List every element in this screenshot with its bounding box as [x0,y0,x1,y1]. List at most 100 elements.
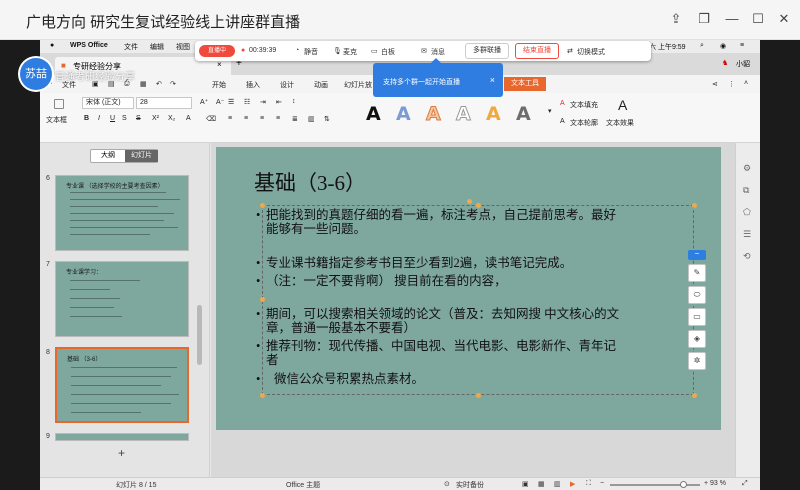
column-icon[interactable]: ▥ [308,115,315,123]
switch-mode-icon[interactable]: ⇄ [567,47,573,55]
maximize-icon[interactable]: ☐ [750,11,766,27]
text-effect-icon[interactable]: A [618,97,627,113]
tab-animation[interactable]: 动画 [314,80,328,90]
menu-edit[interactable]: 编辑 [150,42,164,52]
superscript-icon[interactable]: X² [152,115,159,122]
shadow-icon[interactable]: S [122,115,127,122]
panel-scrollbar[interactable] [197,305,202,365]
align-right-icon[interactable]: ≡ [260,115,264,122]
user-name[interactable]: 小貂 [736,59,750,69]
art-style-orange-outline[interactable]: A [426,103,442,126]
whiteboard-icon[interactable]: ▭ [371,47,378,55]
fullscreen-icon[interactable]: ⤢ [742,480,748,488]
tab-outline[interactable]: 大纲 [91,150,125,162]
text-outline-icon[interactable]: A [560,118,565,125]
bullet-text[interactable]: 推荐刊物：现代传播、中国电视、当代电影、电影新作、青年记 [266,339,616,353]
resize-handle[interactable] [692,393,697,398]
layers-icon[interactable]: ◈ [688,330,706,348]
line-spacing-icon[interactable]: ↕ [292,98,296,105]
textbox-button[interactable]: 文本框 [46,115,67,125]
menu-app[interactable]: WPS Office [70,42,108,49]
user-avatar-icon[interactable]: ♞ [722,59,728,67]
resize-handle[interactable] [260,393,265,398]
tab-design[interactable]: 设计 [280,80,294,90]
align-center-icon[interactable]: ≡ [244,115,248,122]
art-style-blue[interactable]: A [396,103,411,125]
text-outline-button[interactable]: 文本轮廓 [570,118,598,128]
share-ribbon-icon[interactable]: ⋖ [712,80,718,88]
bullet-text[interactable]: 把能找到的真题仔细的看一遍，标注考点，自己提前思考。最好 [266,208,616,222]
indent-icon[interactable]: ⇥ [260,98,266,106]
switch-mode-button[interactable]: 切换模式 [577,47,605,57]
align-left-icon[interactable]: ≡ [228,115,232,122]
backup-icon[interactable]: ⊙ [444,480,450,488]
view-sorter-icon[interactable]: ▦ [538,480,545,488]
effects-icon[interactable]: ✲ [688,352,706,370]
close-icon[interactable]: ✕ [776,11,792,27]
tab-text-tool[interactable]: 文本工具 [504,77,546,91]
strikethrough-icon[interactable]: S [136,115,141,122]
user-icon[interactable]: ◉ [720,42,726,50]
text-fill-icon[interactable]: A [560,100,565,107]
zoom-slider-knob[interactable] [680,481,687,488]
share-icon[interactable]: ⇪ [668,11,684,27]
bullet-text[interactable]: 期间，可以搜索相关领域的论文（普及：去知网搜 中文核心的文 [266,307,619,321]
border-icon[interactable]: ▭ [688,308,706,326]
art-style-gray[interactable]: A [516,103,531,125]
art-style-black[interactable]: A [366,103,381,125]
zoom-in-icon[interactable]: + [704,480,708,487]
underline-icon[interactable]: U [110,115,115,122]
font-name-select[interactable]: 宋体 (正文) [82,97,134,109]
undo-icon[interactable]: ↶ [156,80,162,88]
justify-icon[interactable]: ≡ [276,115,280,122]
subscript-icon[interactable]: X₂ [168,115,175,122]
quick-preview-icon[interactable]: ▦ [140,80,147,88]
zoom-level[interactable]: 93 % [710,480,726,487]
textbox-icon[interactable] [54,99,64,109]
tab-insert[interactable]: 插入 [246,80,260,90]
slide-thumbnail[interactable] [55,433,189,441]
bullet-text[interactable]: 者 [266,353,279,367]
restore-icon[interactable]: ❐ [696,11,712,27]
collapse-icon[interactable]: ˄ [744,80,748,87]
clear-format-icon[interactable]: ⌫ [206,115,216,123]
slide-thumbnail[interactable]: 专业课 （选择学校的主要考查因素） [55,175,189,251]
pen-icon[interactable]: ✎ [688,264,706,282]
list-icon[interactable]: ≡ [740,42,744,49]
art-style-gold[interactable]: A [486,103,501,125]
bold-icon[interactable]: B [84,115,89,122]
property-icon[interactable]: ⚙ [743,163,751,174]
mute-button[interactable]: 静音 [304,47,318,57]
more-icon[interactable]: ⋮ [728,80,735,88]
art-style-white-outline[interactable]: A [456,103,472,126]
bullet-text[interactable]: 章，普通一般基本不要看） [266,321,416,335]
mic-button[interactable]: 麦克 [343,47,357,57]
bullet-text[interactable]: 能够有一些问题。 [266,222,366,236]
font-color-icon[interactable]: A [186,115,191,122]
text-direction-icon[interactable]: ⇅ [324,115,330,123]
settings-icon[interactable]: ☰ [743,229,751,240]
tab-slides[interactable]: 幻灯片 [125,150,158,162]
menu-view[interactable]: 视图 [176,42,190,52]
message-button[interactable]: 消息 [431,47,445,57]
text-fill-button[interactable]: 文本填充 [570,100,598,110]
end-live-button[interactable]: 结束直播 [515,43,559,59]
resize-handle[interactable] [476,393,481,398]
bullet-text[interactable]: （注：一定不要背啊） 搜目前在看的内容， [266,274,507,288]
slide-title[interactable]: 基础（3-6） [254,167,366,197]
number-list-icon[interactable]: ☷ [244,98,250,106]
resize-handle[interactable] [260,297,265,302]
distribute-icon[interactable]: ≣ [292,115,298,123]
apple-icon[interactable]: ● [50,42,54,49]
decrease-font-icon[interactable]: A⁻ [216,98,224,106]
slide-thumbnail-selected[interactable]: 基础 （3-6） [55,347,189,423]
outdent-icon[interactable]: ⇤ [276,98,282,106]
template-icon[interactable]: ⧉ [743,185,749,196]
view-reading-icon[interactable]: ▥ [554,480,561,488]
menu-file[interactable]: 文件 [124,42,138,52]
resize-handle[interactable] [692,203,697,208]
collapse-tools-icon[interactable]: − [688,250,706,260]
increase-font-icon[interactable]: A⁺ [200,98,208,106]
resize-handle[interactable] [260,203,265,208]
mic-icon[interactable]: 🎙 [333,47,342,55]
